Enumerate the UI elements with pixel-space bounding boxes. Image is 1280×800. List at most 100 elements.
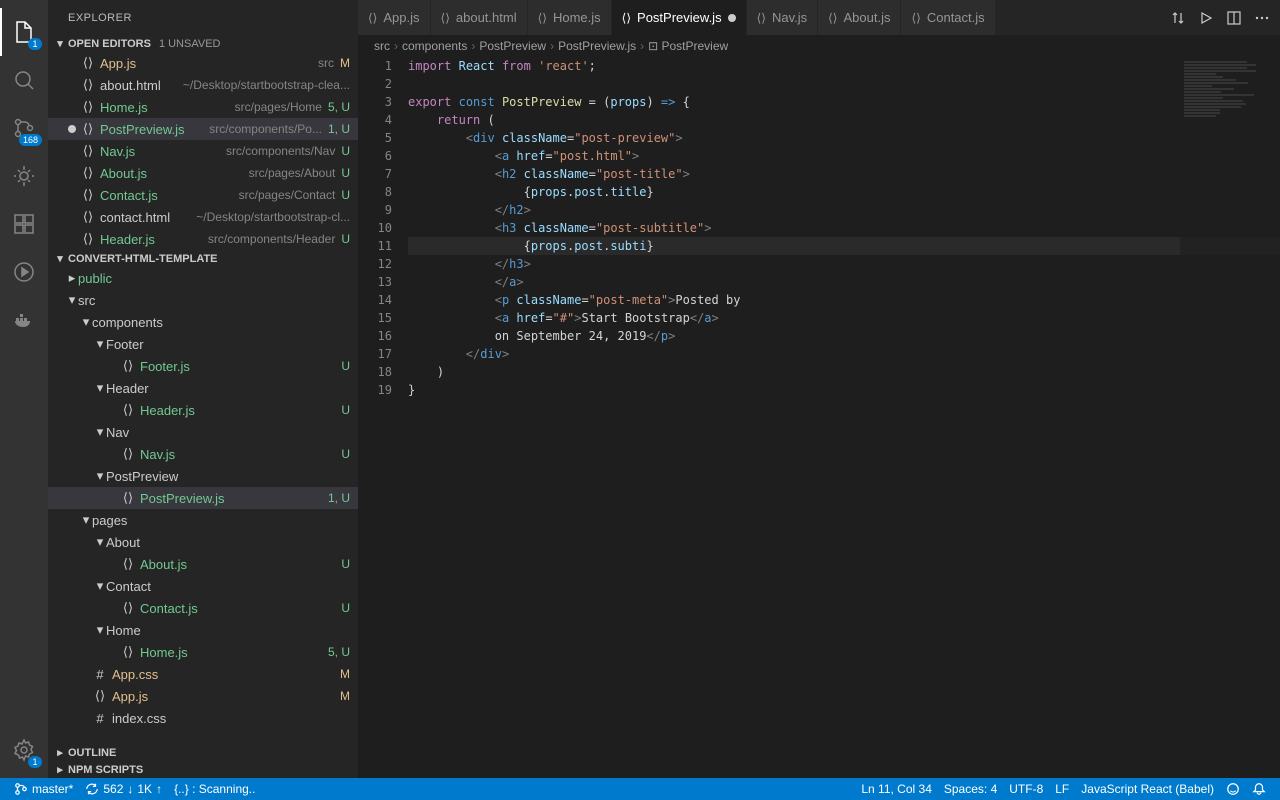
docker-icon[interactable]	[0, 296, 48, 344]
compare-changes-icon[interactable]	[1170, 10, 1186, 26]
file-name: contact.html	[100, 210, 190, 225]
breadcrumb-item[interactable]: PostPreview.js	[558, 39, 636, 53]
file-icon: #	[92, 667, 108, 682]
settings-gear-icon[interactable]: 1	[0, 726, 48, 774]
file-item[interactable]: ⟨⟩App.jsM	[48, 685, 358, 707]
chevron-right-icon: ▸	[52, 746, 68, 759]
split-editor-icon[interactable]	[1226, 10, 1242, 26]
source-control-icon[interactable]: 168	[0, 104, 48, 152]
npm-scripts-header[interactable]: ▸ NPM SCRIPTS	[48, 761, 358, 778]
folder-item[interactable]: ▾Home	[48, 619, 358, 641]
open-editor-item[interactable]: ⟨⟩Nav.jssrc/components/NavU	[48, 140, 358, 162]
folder-item[interactable]: ▾About	[48, 531, 358, 553]
file-name: PostPreview.js	[140, 491, 322, 506]
file-item[interactable]: ⟨⟩Header.jsU	[48, 399, 358, 421]
open-editor-item[interactable]: ⟨⟩contact.html~/Desktop/startbootstrap-c…	[48, 206, 358, 228]
run-icon[interactable]	[1198, 10, 1214, 26]
file-item[interactable]: ⟨⟩Nav.jsU	[48, 443, 358, 465]
editor-tab[interactable]: ⟨⟩Nav.js	[747, 0, 819, 35]
folder-item[interactable]: ▾PostPreview	[48, 465, 358, 487]
indentation[interactable]: Spaces: 4	[938, 782, 1003, 796]
file-item[interactable]: ⟨⟩Footer.jsU	[48, 355, 358, 377]
editor-tab[interactable]: ⟨⟩about.html	[431, 0, 528, 35]
folder-item[interactable]: ▾Contact	[48, 575, 358, 597]
editor-tab[interactable]: ⟨⟩Contact.js	[901, 0, 995, 35]
folder-item[interactable]: ▾Footer	[48, 333, 358, 355]
breadcrumb-item[interactable]: src	[374, 39, 390, 53]
search-icon[interactable]	[0, 56, 48, 104]
file-item[interactable]: #App.cssM	[48, 663, 358, 685]
file-name: Header.js	[100, 232, 202, 247]
git-status: M	[334, 689, 350, 703]
editor-tab[interactable]: ⟨⟩Home.js	[528, 0, 612, 35]
breadcrumb-item[interactable]: components	[402, 39, 467, 53]
breadcrumbs[interactable]: src›components›PostPreview›PostPreview.j…	[358, 35, 1280, 57]
liveshare-icon[interactable]	[0, 248, 48, 296]
debug-icon[interactable]	[0, 152, 48, 200]
chevron-down-icon: ▾	[94, 534, 106, 550]
open-editor-item[interactable]: ⟨⟩Home.jssrc/pages/Home5, U	[48, 96, 358, 118]
more-icon[interactable]	[1254, 10, 1270, 26]
tab-actions	[1160, 0, 1280, 35]
chevron-down-icon: ▾	[94, 380, 106, 396]
open-editor-item[interactable]: ⟨⟩about.html~/Desktop/startbootstrap-cle…	[48, 74, 358, 96]
code-content[interactable]: import React from 'react'; export const …	[408, 57, 1280, 778]
git-status: M	[334, 667, 350, 681]
folder-name: Header	[106, 381, 340, 396]
file-item[interactable]: ⟨⟩About.jsU	[48, 553, 358, 575]
file-item[interactable]: #index.css	[48, 707, 358, 729]
file-path-hint: src/components/Header	[208, 232, 335, 246]
file-icon: ⟨⟩	[80, 55, 96, 71]
language-mode[interactable]: JavaScript React (Babel)	[1075, 782, 1220, 796]
open-editor-item[interactable]: ⟨⟩Contact.jssrc/pages/ContactU	[48, 184, 358, 206]
open-editor-item[interactable]: ⟨⟩About.jssrc/pages/AboutU	[48, 162, 358, 184]
explorer-icon[interactable]: 1	[0, 8, 48, 56]
gear-badge: 1	[28, 756, 42, 768]
breadcrumb-item[interactable]: ⊡ PostPreview	[648, 39, 728, 53]
file-icon: ⟨⟩	[92, 688, 108, 704]
open-editor-item[interactable]: ⟨⟩App.jssrcM	[48, 52, 358, 74]
open-editor-item[interactable]: ⟨⟩Header.jssrc/components/HeaderU	[48, 228, 358, 250]
git-branch[interactable]: master*	[8, 782, 79, 796]
editor-body[interactable]: 12345678910111213141516171819 import Rea…	[358, 57, 1280, 778]
file-item[interactable]: ⟨⟩Home.js5, U	[48, 641, 358, 663]
folder-item[interactable]: ▾pages	[48, 509, 358, 531]
sync-status[interactable]: 562 ↓ 1K ↑	[79, 782, 168, 796]
extensions-icon[interactable]	[0, 200, 48, 248]
file-icon: ⟨⟩	[757, 11, 766, 25]
file-path-hint: src/pages/Contact	[239, 188, 336, 202]
eol[interactable]: LF	[1049, 782, 1075, 796]
encoding[interactable]: UTF-8	[1003, 782, 1049, 796]
tab-label: PostPreview.js	[637, 10, 722, 25]
folder-item[interactable]: ▾src	[48, 289, 358, 311]
file-icon: ⟨⟩	[622, 11, 631, 25]
scan-status[interactable]: {..} : Scanning..	[168, 782, 261, 796]
file-path-hint: src	[318, 56, 334, 70]
cursor-position[interactable]: Ln 11, Col 34	[855, 782, 938, 796]
file-icon: ⟨⟩	[120, 358, 136, 374]
folder-item[interactable]: ▾components	[48, 311, 358, 333]
editor-tab[interactable]: ⟨⟩ PostPreview.js	[612, 0, 747, 35]
git-status: 5, U	[322, 100, 350, 114]
minimap[interactable]	[1180, 57, 1280, 778]
editor-tab[interactable]: ⟨⟩App.js	[358, 0, 431, 35]
open-editors-header[interactable]: ▾ OPEN EDITORS 1 UNSAVED	[48, 35, 358, 52]
folder-item[interactable]: ▸public	[48, 267, 358, 289]
file-item[interactable]: ⟨⟩PostPreview.js1, U	[48, 487, 358, 509]
outline-header[interactable]: ▸ OUTLINE	[48, 744, 358, 761]
folder-item[interactable]: ▾Nav	[48, 421, 358, 443]
folder-item[interactable]: ▾Header	[48, 377, 358, 399]
file-icon: ⟨⟩	[368, 11, 377, 25]
chevron-down-icon: ▾	[52, 37, 68, 50]
project-header[interactable]: ▾ CONVERT-HTML-TEMPLATE	[48, 250, 358, 267]
chevron-down-icon: ▾	[80, 314, 92, 330]
editor-tab[interactable]: ⟨⟩About.js	[818, 0, 901, 35]
feedback-icon[interactable]	[1220, 782, 1246, 796]
breadcrumb-item[interactable]: PostPreview	[479, 39, 546, 53]
sidebar-title: EXPLORER	[48, 0, 358, 35]
tab-label: About.js	[843, 10, 890, 25]
notifications-icon[interactable]	[1246, 782, 1272, 796]
file-item[interactable]: ⟨⟩Contact.jsU	[48, 597, 358, 619]
tab-label: about.html	[456, 10, 517, 25]
open-editor-item[interactable]: ⟨⟩PostPreview.jssrc/components/Po...1, U	[48, 118, 358, 140]
